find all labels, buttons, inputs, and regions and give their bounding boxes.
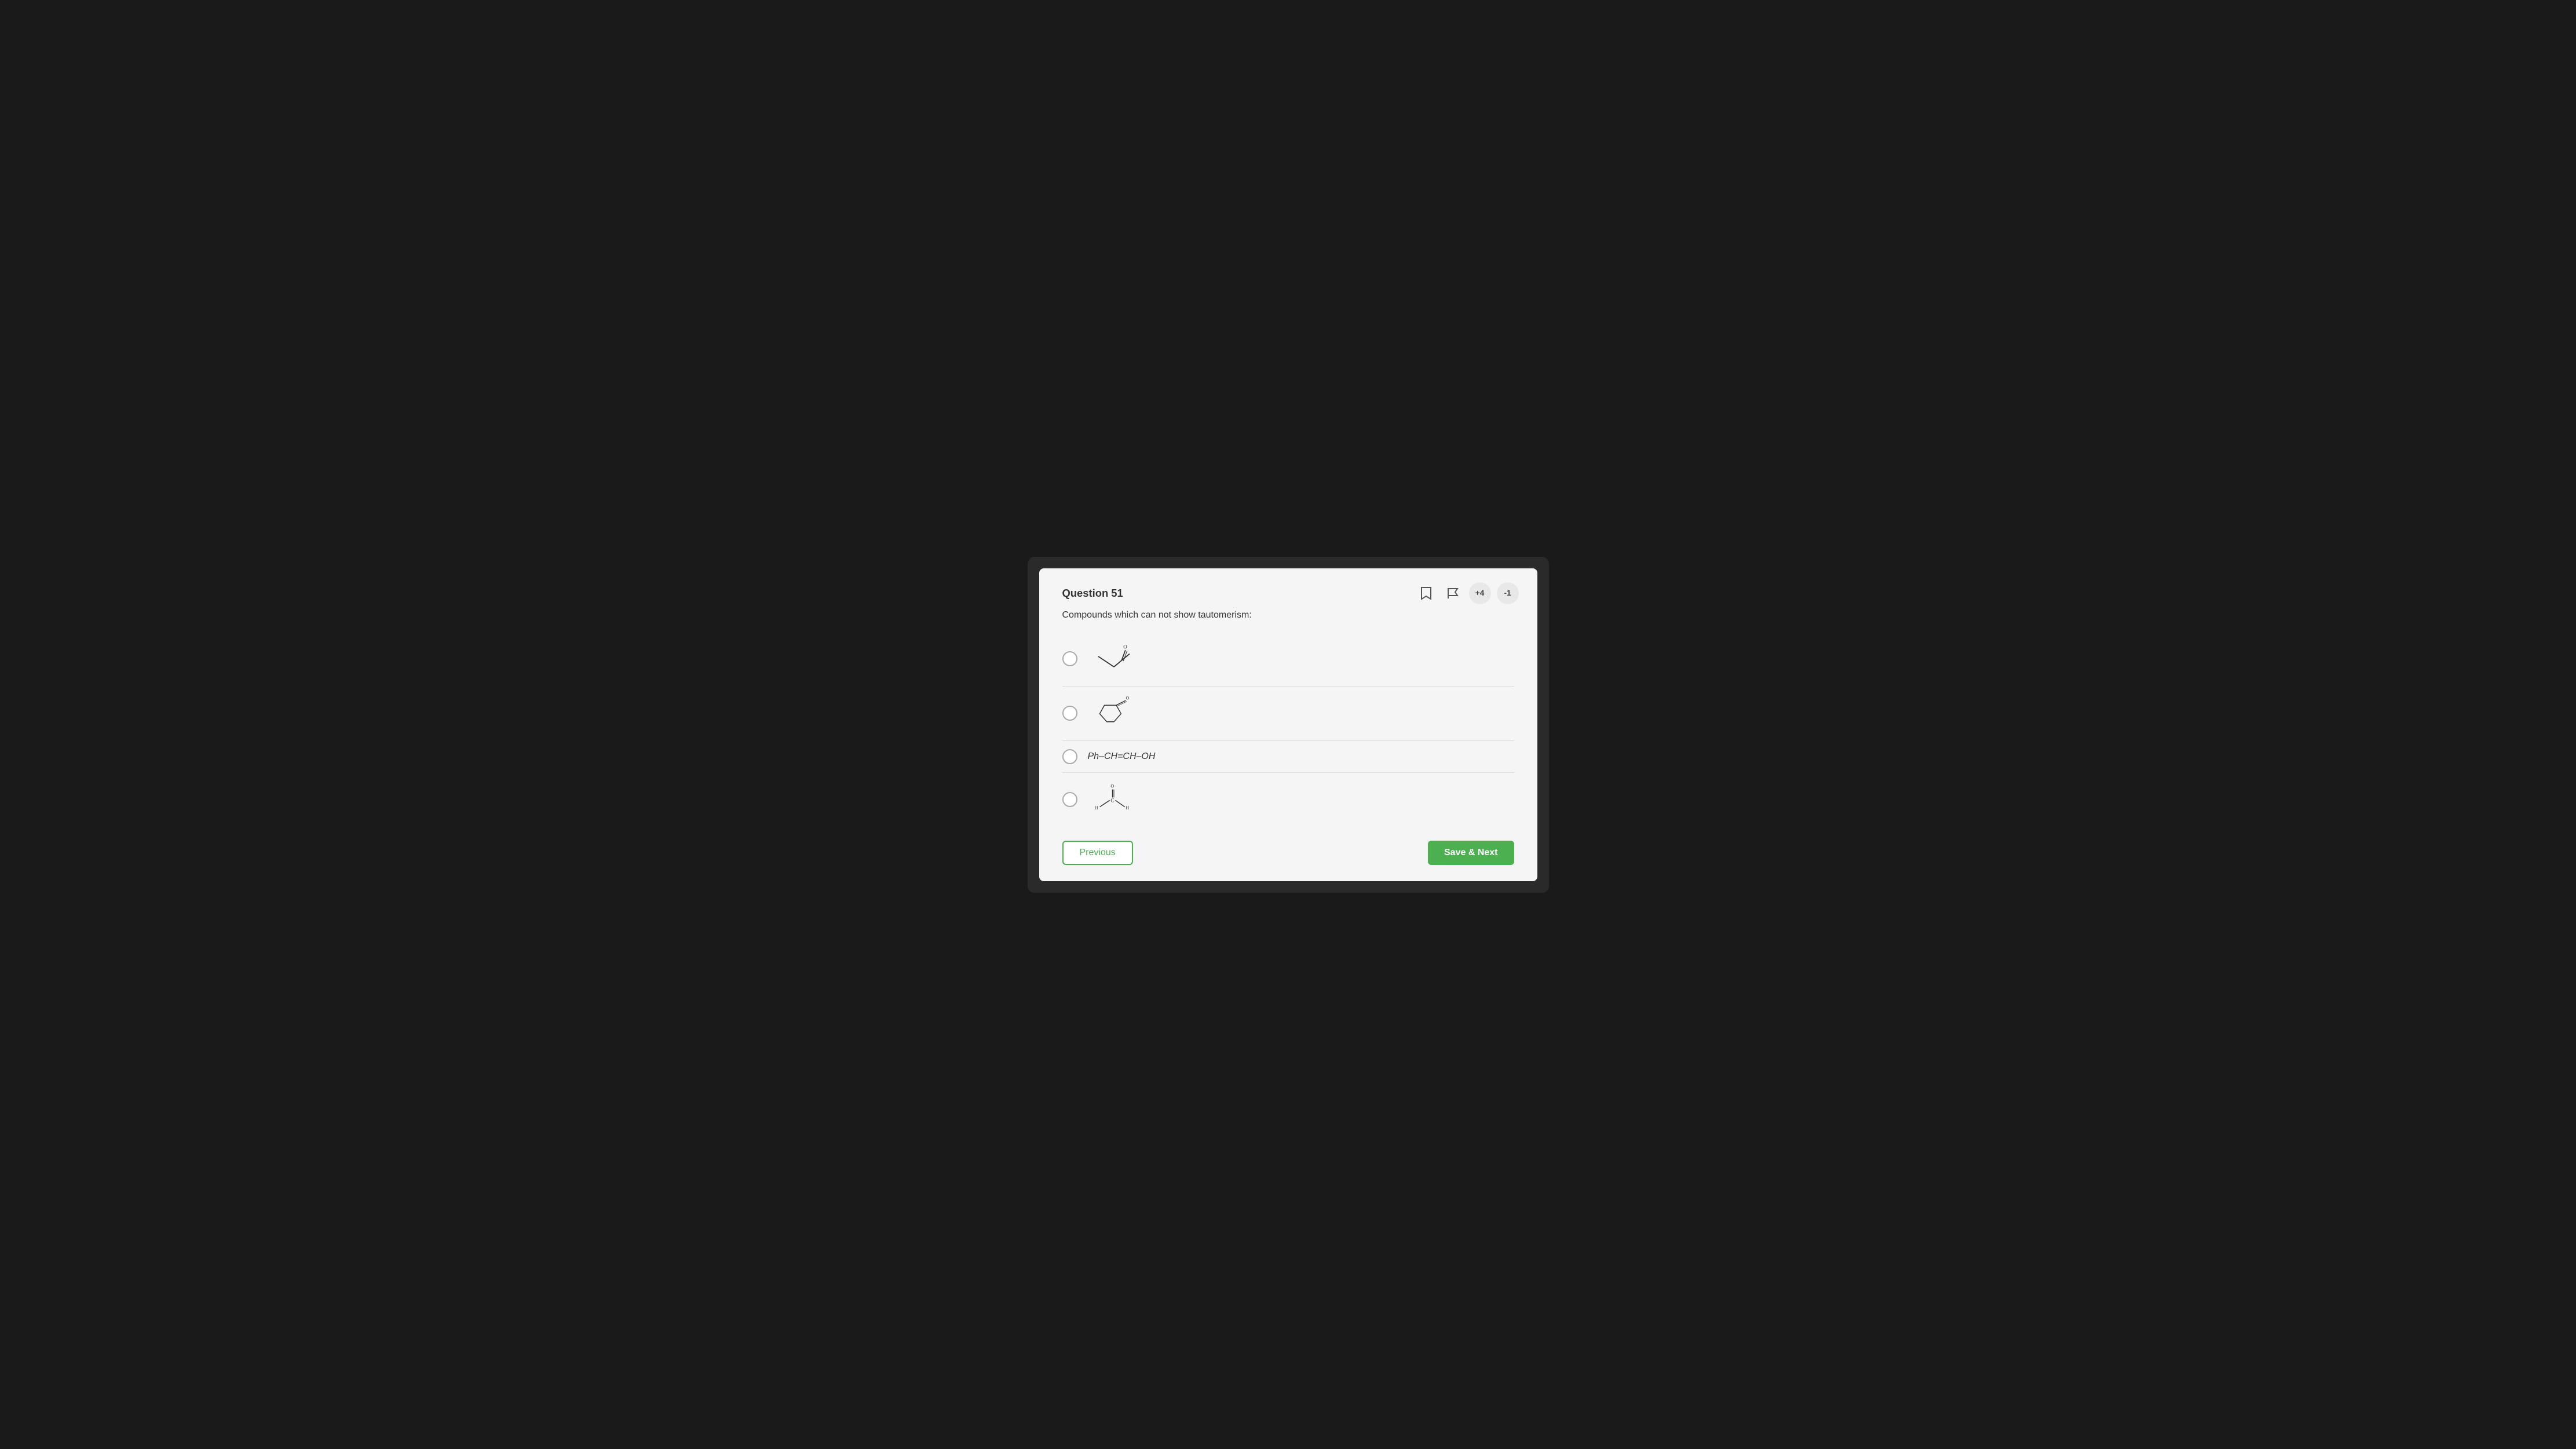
compound-b-svg: O: [1088, 695, 1140, 732]
radio-c[interactable]: [1062, 749, 1077, 764]
radio-b[interactable]: [1062, 706, 1077, 721]
svg-text:O: O: [1110, 783, 1114, 789]
svg-text:H: H: [1094, 805, 1098, 810]
option-d-content: C H H O: [1088, 781, 1514, 819]
option-b-content: O: [1088, 695, 1514, 732]
screen: +4 -1 Question 51 Compounds which can no…: [1028, 557, 1549, 893]
svg-text:O: O: [1123, 644, 1127, 649]
svg-text:O: O: [1126, 695, 1129, 700]
option-a-content: O: [1088, 640, 1514, 678]
option-c[interactable]: Ph–CH=CH–OH: [1062, 741, 1514, 773]
flag-button[interactable]: [1442, 583, 1463, 604]
svg-text:H: H: [1126, 805, 1129, 810]
radio-d[interactable]: [1062, 792, 1077, 807]
previous-button[interactable]: Previous: [1062, 841, 1133, 865]
top-icons: +4 -1: [1416, 582, 1519, 604]
option-c-content: Ph–CH=CH–OH: [1088, 751, 1514, 762]
option-c-text: Ph–CH=CH–OH: [1088, 751, 1156, 762]
question-card: +4 -1 Question 51 Compounds which can no…: [1039, 568, 1537, 881]
button-row: Previous Save & Next: [1062, 841, 1514, 865]
question-text: Compounds which can not show tautomerism…: [1062, 610, 1514, 621]
option-a[interactable]: O: [1062, 632, 1514, 687]
option-b[interactable]: O: [1062, 687, 1514, 741]
radio-a[interactable]: [1062, 651, 1077, 666]
compound-a-svg: O: [1088, 640, 1140, 678]
options-list: O: [1062, 632, 1514, 827]
bookmark-button[interactable]: [1416, 583, 1437, 604]
svg-text:C: C: [1110, 797, 1114, 803]
negative-score: -1: [1497, 582, 1519, 604]
save-next-button[interactable]: Save & Next: [1428, 841, 1514, 865]
positive-score: +4: [1469, 582, 1491, 604]
option-d[interactable]: C H H O: [1062, 773, 1514, 827]
compound-d-svg: C H H O: [1088, 781, 1140, 819]
